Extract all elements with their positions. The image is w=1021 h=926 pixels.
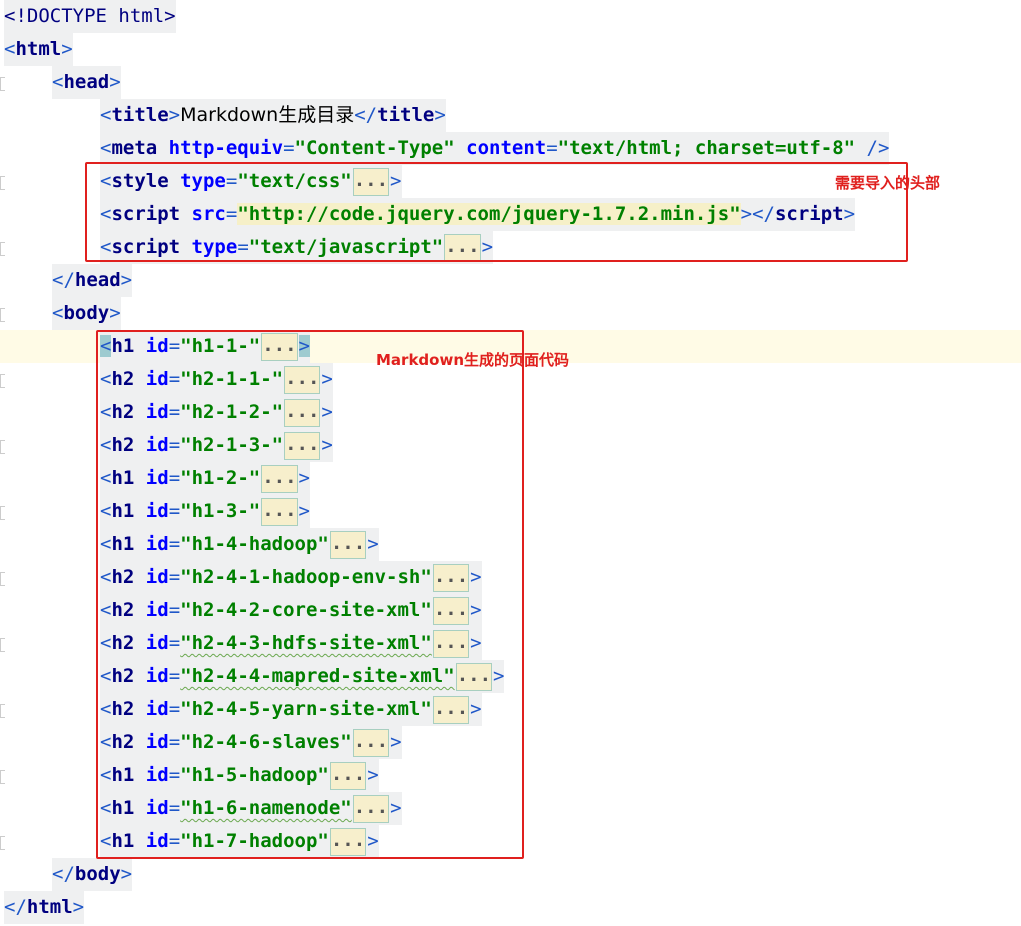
fold-marker-icon[interactable]: [0, 176, 5, 190]
code-line-head-open[interactable]: <head>: [0, 66, 1021, 99]
fold-marker-icon[interactable]: [0, 704, 5, 718]
fold-marker-icon[interactable]: [0, 638, 5, 652]
code-line-body-open[interactable]: <body>: [0, 297, 1021, 330]
fold-marker-icon[interactable]: [0, 77, 5, 91]
body-open-tag: <body>: [52, 297, 121, 330]
code-line-title[interactable]: <title>Markdown生成目录</title>: [0, 99, 1021, 132]
html-open-tag: <html>: [4, 33, 73, 66]
head-imports-label: 需要导入的头部: [835, 174, 941, 192]
fold-marker-icon[interactable]: [0, 440, 5, 454]
code-line-html-close[interactable]: </html>: [0, 891, 1021, 924]
doctype-declaration: <!DOCTYPE html>: [4, 0, 176, 33]
fold-marker-icon[interactable]: [0, 374, 5, 388]
html-close-tag: </html>: [4, 891, 85, 924]
markdown-code-label: Markdown生成的页面代码: [376, 351, 570, 369]
fold-marker-icon[interactable]: [0, 836, 5, 850]
body-close-tag: </body>: [52, 858, 133, 891]
head-imports-highlight-box: [85, 162, 908, 262]
markdown-code-highlight-box: [96, 330, 524, 859]
code-line-meta[interactable]: <meta http-equiv="Content-Type" content=…: [0, 132, 1021, 165]
code-line-html-open[interactable]: <html>: [0, 33, 1021, 66]
code-line-body-close[interactable]: </body>: [0, 858, 1021, 891]
title-text: Markdown生成目录: [180, 104, 355, 126]
code-line-doctype[interactable]: <!DOCTYPE html>: [0, 0, 1021, 33]
fold-marker-icon[interactable]: [0, 770, 5, 784]
fold-marker-icon[interactable]: [0, 506, 5, 520]
meta-element: <meta http-equiv="Content-Type" content=…: [100, 132, 890, 165]
code-line-head-close[interactable]: </head>: [0, 264, 1021, 297]
fold-marker-icon[interactable]: [0, 242, 5, 256]
fold-marker-icon[interactable]: [0, 308, 5, 322]
head-open-tag: <head>: [52, 66, 121, 99]
title-element: <title>Markdown生成目录</title>: [100, 99, 446, 132]
head-close-tag: </head>: [52, 264, 133, 297]
fold-marker-icon[interactable]: [0, 572, 5, 586]
